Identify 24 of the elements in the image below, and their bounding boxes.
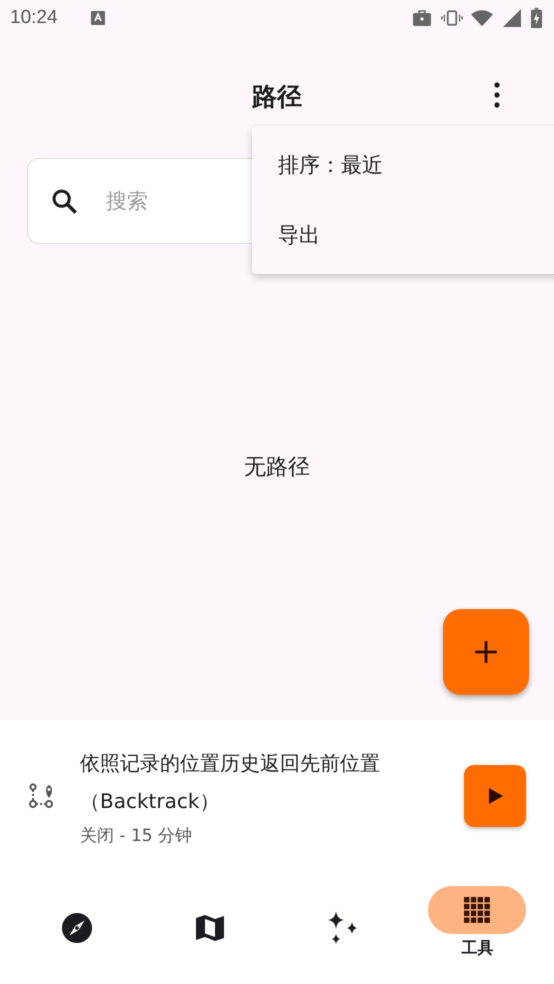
- menu-item[interactable]: 导出: [252, 200, 554, 270]
- vibrate-icon: [441, 8, 463, 28]
- empty-message: 无路径: [244, 454, 310, 482]
- briefcase-icon: [411, 8, 433, 28]
- search-input[interactable]: 搜索: [104, 188, 248, 214]
- apps-grid-icon: [464, 897, 490, 923]
- screen-title: 路径: [252, 81, 302, 113]
- map-icon: [195, 913, 226, 943]
- more-options-button[interactable]: [492, 81, 502, 109]
- keyboard-icon: [90, 10, 106, 26]
- plus-icon: [473, 639, 499, 665]
- backtrack-status: 关闭 - 15 分钟: [80, 825, 193, 847]
- route-icon: [28, 782, 54, 808]
- compass-icon: [60, 912, 93, 944]
- wifi-icon: [471, 8, 493, 28]
- status-time: 10:24: [10, 7, 58, 29]
- battery-icon: [531, 7, 542, 29]
- play-button[interactable]: [464, 764, 526, 826]
- signal-icon: [501, 8, 523, 28]
- backtrack-title: 依照记录的位置历史返回先前位置（Backtrack）: [80, 750, 381, 815]
- more-icon: [494, 82, 500, 108]
- nav-tab[interactable]: 工具: [410, 874, 544, 984]
- menu-item[interactable]: 排序：最近: [252, 130, 554, 200]
- search-icon: [50, 187, 78, 215]
